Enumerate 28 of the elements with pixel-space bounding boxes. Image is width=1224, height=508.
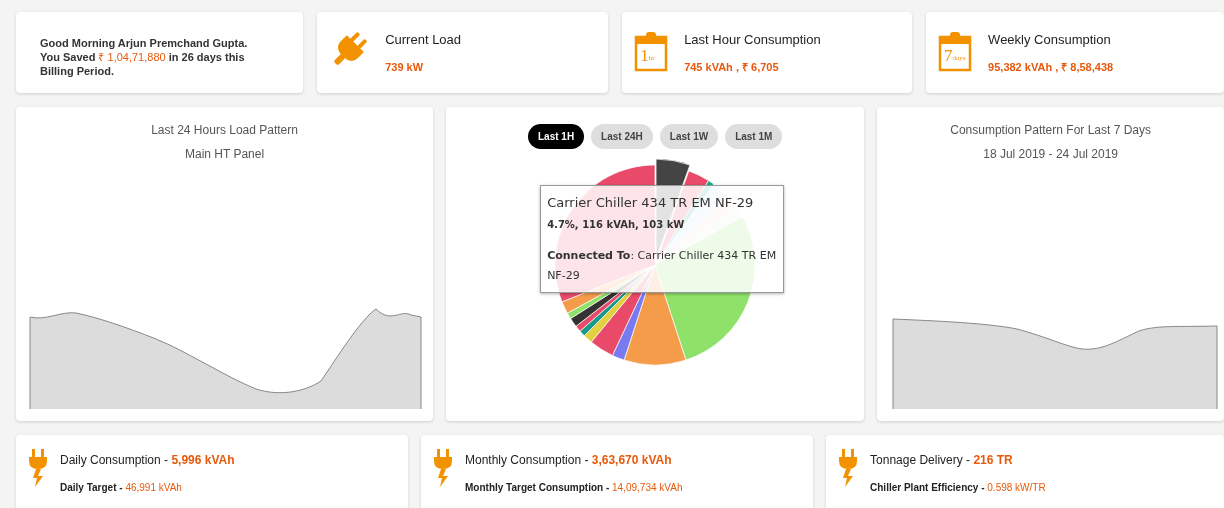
savings-text: You Saved ₹ 1,04,71,880 in 26 days this Billing Period. (40, 50, 246, 78)
card-title: Last Hour Consumption (684, 31, 821, 49)
summary-subtitle: Chiller Plant Efficiency - 0.598 kW/TR (870, 481, 1046, 495)
card-value: 95,382 kVAh , ₹ 8,58,438 (988, 59, 1114, 75)
summary-subtitle: Daily Target - 46,991 kVAh (60, 481, 183, 495)
time-range-tab[interactable]: Last 1W (659, 124, 719, 149)
summary-title: Daily Consumption - 5,996 kVAh (60, 452, 235, 469)
plug-bolt-icon (28, 449, 48, 487)
chart-subtitle: Main HT Panel (185, 146, 265, 163)
time-range-tab[interactable]: Last 1M (725, 124, 783, 149)
card-value: 739 kW (385, 59, 425, 75)
summary-title: Monthly Consumption - 3,63,670 kVAh (465, 452, 673, 469)
card-title: Weekly Consumption (988, 31, 1112, 49)
card-value: 745 kVAh , ₹ 6,705 (684, 59, 780, 75)
summary-subtitle: Monthly Target Consumption - 14,09,734 kVAh (465, 481, 683, 495)
card-title: Current Load (385, 31, 462, 49)
chart-subtitle: 18 Jul 2019 - 24 Jul 2019 (983, 146, 1118, 163)
greeting-text: Good Morning Arjun Premchand Gupta. (40, 36, 249, 50)
chart-title: Consumption Pattern For Last 7 Days (950, 122, 1151, 139)
time-range-tab[interactable]: Last 24H (591, 124, 653, 149)
tooltip-stats: 4.7%, 116 kVAh, 103 kW (547, 217, 686, 232)
tooltip-connected-text: Connected To: Carrier Chiller 434 TR EM NF-29 (547, 247, 778, 284)
plug-bolt-icon (838, 449, 859, 487)
tooltip-title: Carrier Chiller 434 TR EM NF-29 (547, 194, 755, 212)
summary-title: Tonnage Delivery - 216 TR (870, 452, 1014, 469)
time-range-tab[interactable]: Last 1H (528, 124, 585, 149)
chart-title: Last 24 Hours Load Pattern (151, 122, 298, 139)
plug-bolt-icon (433, 449, 453, 487)
